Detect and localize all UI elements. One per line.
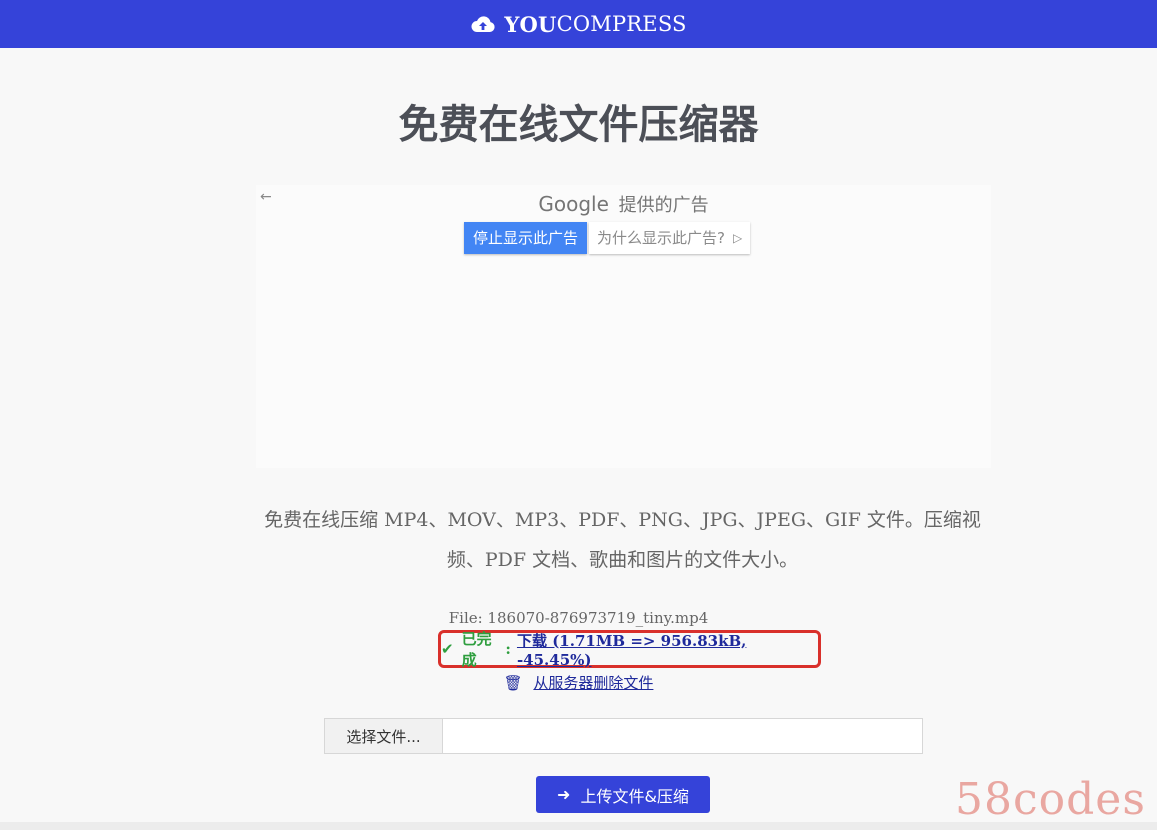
ad-provider-text: 提供的广告 [618, 195, 709, 216]
stop-ad-button[interactable]: 停止显示此广告 [464, 222, 588, 254]
ad-container: ← Google 提供的广告 停止显示此广告 为什么显示此广告? ▷ [256, 185, 991, 468]
file-path-field[interactable] [443, 719, 922, 753]
arrow-right-icon: ➜ [557, 785, 571, 804]
download-label: 下载 [516, 631, 547, 650]
status-colon: : [505, 640, 511, 658]
delete-file-link[interactable]: 从服务器删除文件 [533, 674, 653, 692]
status-text: 已完成 [461, 630, 492, 669]
description: 免费在线压缩 MP4、MOV、MP3、PDF、PNG、JPG、JPEG、GIF … [264, 509, 981, 571]
brand-name-bold: YOU [504, 11, 557, 37]
choose-file-button[interactable]: 选择文件... [325, 719, 443, 753]
bottom-divider [0, 822, 1157, 830]
upload-compress-label: 上传文件&压缩 [580, 786, 689, 806]
google-brand: Google [538, 192, 609, 216]
cloud-upload-icon [471, 16, 495, 32]
upload-compress-button[interactable]: ➜ 上传文件&压缩 [536, 776, 710, 813]
check-icon: ✔ [441, 640, 454, 658]
ad-provider: Google 提供的广告 [256, 191, 991, 217]
file-name: File: 186070-876973719_tiny.mp4 [448, 609, 709, 627]
trash-icon: 🗑 [503, 674, 523, 692]
top-bar: YOU COMPRESS [0, 0, 1157, 48]
download-link[interactable]: 下载 (1.71MB => 956.83kB, -45.45%) [517, 630, 818, 669]
adchoices-icon: ▷ [732, 231, 743, 245]
why-ad-button[interactable]: 为什么显示此广告? ▷ [589, 222, 751, 254]
watermark: 58codes [955, 774, 1146, 825]
brand-logo[interactable]: YOU COMPRESS [470, 12, 686, 37]
brand-name-light: COMPRESS [556, 12, 687, 36]
status-highlight-box: ✔ 已完成: 下载 (1.71MB => 956.83kB, -45.45%) [438, 630, 821, 669]
delete-row: 🗑 从服务器删除文件 [0, 672, 1157, 693]
page-title: 免费在线文件压缩器 [398, 102, 759, 148]
download-stats: (1.71MB => 956.83kB, -45.45%) [516, 631, 747, 669]
why-ad-label: 为什么显示此广告? [597, 229, 725, 247]
file-input[interactable]: 选择文件... [324, 718, 923, 754]
ad-buttons: 停止显示此广告 为什么显示此广告? ▷ [464, 222, 751, 254]
